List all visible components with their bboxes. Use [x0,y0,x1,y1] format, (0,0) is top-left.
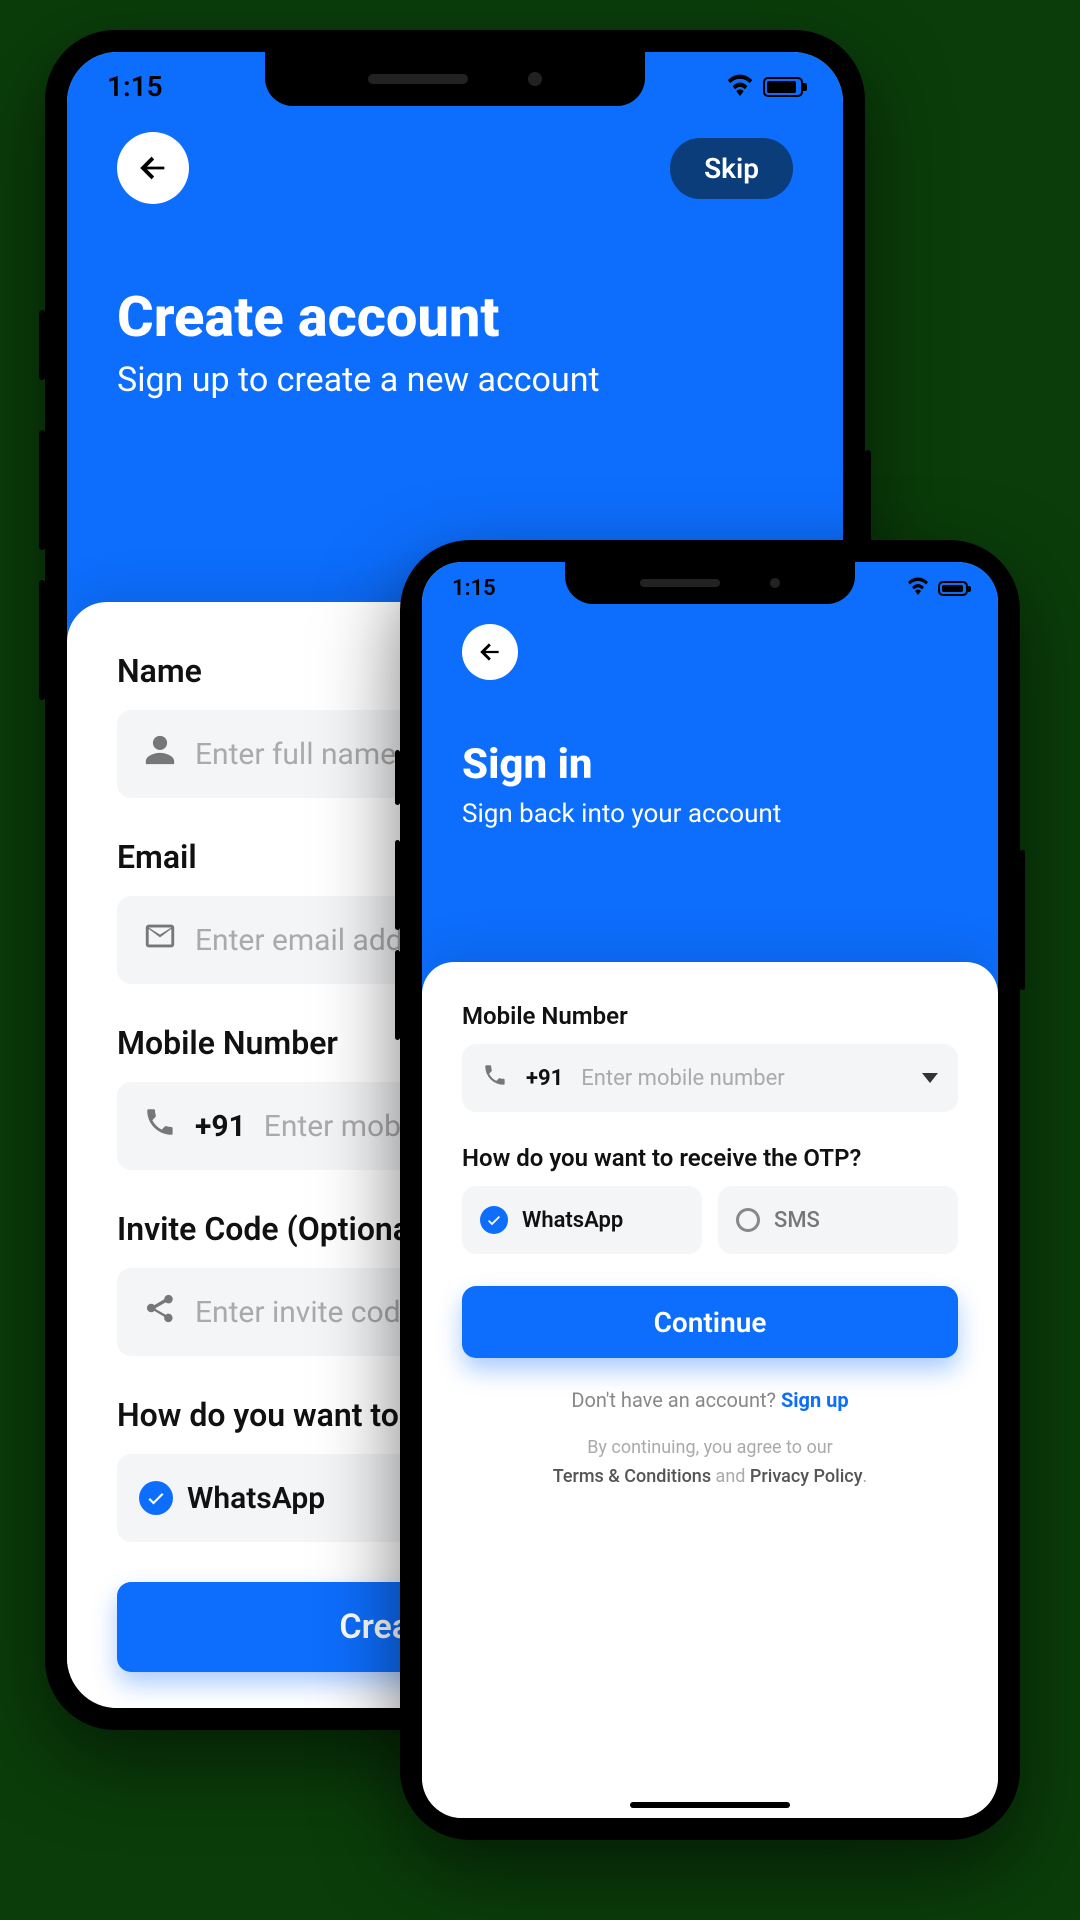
mobile-prefix: +91 [526,1066,563,1091]
legal-and: and [711,1466,750,1487]
terms-link[interactable]: Terms & Conditions [553,1466,711,1487]
page-subtitle: Sign up to create a new account [117,360,793,400]
check-circle-icon [480,1206,508,1234]
signup-link[interactable]: Sign up [781,1388,849,1412]
phone-frame-small: 1:15 Sign in Sign back into your account… [400,540,1020,1840]
signup-prompt-text: Don't have an account? [571,1388,781,1412]
phone-side-button [39,310,45,380]
back-button[interactable] [117,132,189,204]
status-time: 1:15 [452,576,496,601]
status-bar: 1:15 [422,562,998,601]
home-indicator [630,1802,790,1808]
otp-whatsapp-label: WhatsApp [522,1208,623,1233]
otp-question: How do you want to receive the OTP? [462,1144,958,1172]
skip-button[interactable]: Skip [670,138,793,199]
status-time: 1:15 [107,70,163,103]
mobile-input[interactable]: +91 Enter mobile number [462,1044,958,1112]
person-icon [143,733,177,775]
page-title: Sign in [462,740,958,789]
back-button[interactable] [462,624,518,680]
phone-side-button [39,430,45,550]
page-subtitle: Sign back into your account [462,799,958,829]
legal-prefix: By continuing, you agree to our [587,1437,833,1458]
otp-option-whatsapp[interactable]: WhatsApp [462,1186,702,1254]
otp-option-sms[interactable]: SMS [718,1186,958,1254]
radio-circle-icon [736,1208,760,1232]
page-title: Create account [117,284,793,350]
mobile-label: Mobile Number [462,1002,958,1030]
privacy-link[interactable]: Privacy Policy [750,1466,863,1487]
header: Sign in Sign back into your account [422,562,998,992]
otp-whatsapp-label: WhatsApp [187,1481,325,1516]
check-circle-icon [139,1481,173,1515]
wifi-icon [725,70,755,103]
signup-prompt: Don't have an account? Sign up [462,1388,958,1412]
phone-side-button [395,840,400,930]
arrow-left-icon [136,151,170,185]
form-card: Mobile Number +91 Enter mobile number Ho… [422,962,998,1818]
arrow-left-icon [477,639,503,665]
phone-icon [482,1062,508,1094]
otp-sms-label: SMS [774,1208,820,1233]
phone-side-button [1020,850,1025,990]
battery-icon [938,581,968,596]
share-icon [143,1291,177,1333]
mail-icon [143,919,177,961]
continue-button[interactable]: Continue [462,1286,958,1358]
phone-side-button [395,750,400,805]
phone-side-button [39,580,45,700]
status-bar: 1:15 [67,52,843,103]
wifi-icon [906,576,930,601]
phone-icon [143,1105,177,1147]
phone-side-button [395,950,400,1040]
battery-icon [763,77,803,97]
chevron-down-icon [922,1073,938,1083]
mobile-prefix: +91 [195,1109,246,1144]
legal-text: By continuing, you agree to our Terms & … [462,1434,958,1492]
mobile-placeholder: Enter mobile number [581,1066,904,1091]
